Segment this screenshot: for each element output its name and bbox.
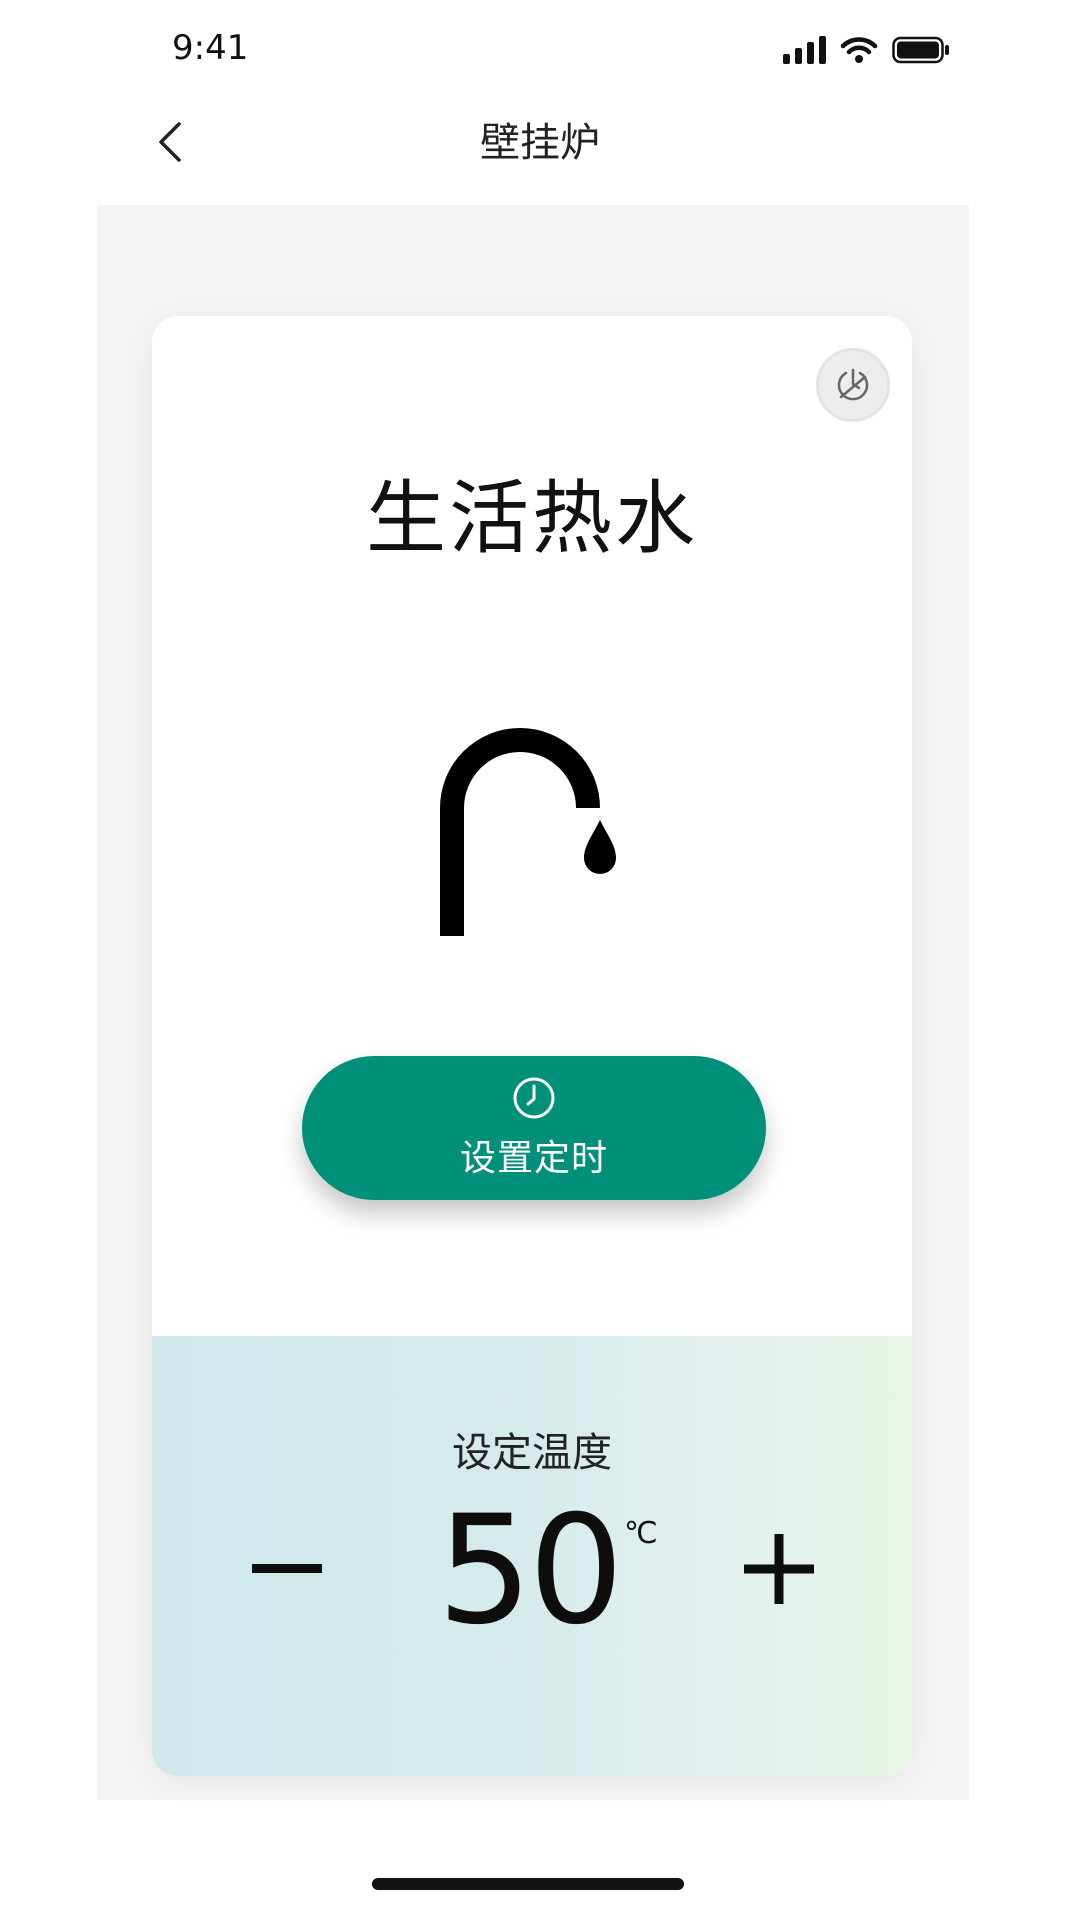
nav-bar: 壁挂炉: [0, 100, 1080, 200]
temperature-unit: ℃: [624, 1516, 658, 1551]
faucet-icon: [440, 728, 616, 936]
cellular-signal-icon: [783, 36, 826, 64]
minus-icon: [252, 1564, 322, 1573]
timer-power-icon: [837, 368, 869, 401]
mode-title: 生活热水: [366, 472, 698, 565]
decrease-temperature-button[interactable]: [232, 1514, 342, 1624]
temperature-value: 50: [437, 1484, 624, 1658]
page-title: 壁挂炉: [480, 120, 600, 166]
temperature-label: 设定温度: [452, 1430, 612, 1476]
set-timer-button[interactable]: 设置定时: [302, 1056, 766, 1200]
wifi-icon: [840, 37, 878, 63]
battery-icon: [892, 36, 949, 64]
hot-water-card: 生活热水 设置定时 设定温度 50 ℃: [152, 316, 912, 1776]
home-indicator[interactable]: [372, 1878, 684, 1890]
status-bar: 9:41: [0, 0, 1080, 100]
increase-temperature-button[interactable]: [724, 1514, 834, 1624]
status-icons: [783, 36, 950, 64]
set-timer-label: 设置定时: [459, 1138, 608, 1179]
status-time: 9:41: [172, 28, 249, 68]
temperature-section: 设定温度 50 ℃: [152, 1336, 912, 1776]
plus-icon: [744, 1534, 814, 1604]
clock-icon: [513, 1077, 555, 1119]
timer-toggle-button[interactable]: [816, 348, 890, 422]
